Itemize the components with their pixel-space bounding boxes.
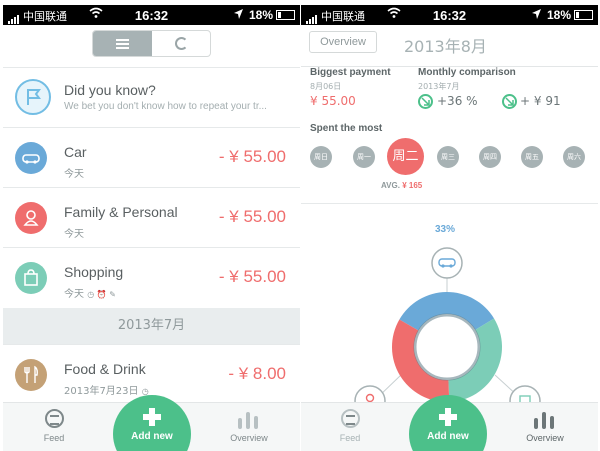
nav-bar: Overview 2013年8月	[301, 25, 598, 67]
feed-screen: 中国联通 16:32 18% Did you know? We bet you …	[3, 5, 300, 451]
tip-subtitle: We bet you don't know how to repeat your…	[64, 101, 267, 112]
day-friday[interactable]: 周五	[521, 146, 543, 168]
status-bar: 中国联通 16:32 18%	[301, 5, 598, 25]
monthly-comparison-label: Monthly comparison	[418, 67, 516, 78]
tab-feed[interactable]: Feed	[315, 409, 385, 443]
day-monday[interactable]: 周一	[353, 146, 375, 168]
item-date: 今天	[64, 229, 84, 240]
battery-percent: 18%	[249, 8, 274, 22]
biggest-payment-label: Biggest payment	[310, 67, 391, 78]
item-title: Shopping	[64, 264, 124, 280]
comparison-percent: +36 %	[437, 94, 478, 108]
spent-most-label: Spent the most	[310, 123, 383, 134]
list-item[interactable]: Shopping 今天 ◷ ⏰ ✎ - ¥ 55.00	[3, 247, 300, 307]
list-icon	[116, 39, 129, 49]
feed-icon	[341, 409, 360, 428]
refresh-icon	[175, 37, 188, 50]
battery-icon	[574, 10, 593, 20]
overview-screen: 中国联通 16:32 18% Overview 2013年8月 Biggest …	[301, 5, 598, 451]
item-amount: - ¥ 55.00	[218, 267, 286, 286]
item-date: 今天 ◷ ⏰ ✎	[64, 289, 116, 300]
tip-title: Did you know?	[64, 82, 156, 98]
average-label: AVG. ¥ 165	[381, 181, 423, 190]
status-bar: 中国联通 16:32 18%	[3, 5, 300, 25]
month-section-header: 2013年7月	[3, 308, 300, 344]
tip-card[interactable]: Did you know? We bet you don't know how …	[3, 67, 300, 127]
flag-icon	[15, 79, 51, 115]
car-icon	[15, 142, 47, 174]
comparison-amount: + ¥ 91	[520, 94, 561, 108]
divider	[301, 203, 598, 204]
view-toggle	[92, 30, 211, 57]
car-icon[interactable]	[431, 247, 463, 279]
day-tuesday[interactable]: 周二	[387, 138, 424, 175]
comparison-month: 2013年7月	[418, 82, 460, 91]
item-amount: - ¥ 55.00	[218, 207, 286, 226]
day-thursday[interactable]: 周四	[479, 146, 501, 168]
list-view-button[interactable]	[93, 31, 152, 56]
arrow-down-right-icon	[418, 94, 433, 109]
biggest-payment-value: ¥ 55.00	[310, 94, 356, 108]
day-wednesday[interactable]: 周三	[437, 146, 459, 168]
item-title: Family & Personal	[64, 204, 178, 220]
list-item[interactable]: Car 今天 - ¥ 55.00	[3, 127, 300, 187]
item-title: Car	[64, 144, 87, 160]
feed-icon	[45, 409, 64, 428]
item-amount: - ¥ 55.00	[218, 147, 286, 166]
person-icon	[15, 202, 47, 234]
battery-icon	[276, 10, 295, 20]
tab-feed[interactable]: Feed	[19, 409, 89, 443]
list-item[interactable]: Family & Personal 今天 - ¥ 55.00	[3, 187, 300, 247]
day-saturday[interactable]: 周六	[563, 146, 585, 168]
item-date: 今天	[64, 169, 84, 180]
battery-percent: 18%	[547, 8, 572, 22]
tab-overview[interactable]: Overview	[214, 409, 284, 443]
item-amount: - ¥ 8.00	[228, 364, 286, 383]
page-title: 2013年8月	[404, 37, 487, 56]
bar-chart-icon	[534, 409, 556, 429]
day-sunday[interactable]: 周日	[310, 146, 332, 168]
bar-chart-icon	[238, 409, 260, 429]
item-title: Food & Drink	[64, 361, 146, 377]
biggest-payment-date: 8月06日	[310, 82, 342, 91]
refresh-button[interactable]	[152, 31, 210, 56]
arrow-down-right-icon	[502, 94, 517, 109]
location-icon	[532, 9, 541, 19]
bag-icon	[15, 262, 47, 294]
tab-overview[interactable]: Overview	[510, 409, 580, 443]
location-icon	[234, 9, 243, 19]
utensils-icon	[15, 359, 47, 391]
back-button[interactable]: Overview	[309, 31, 377, 53]
item-date: 2013年7月23日 ◷	[64, 386, 149, 397]
